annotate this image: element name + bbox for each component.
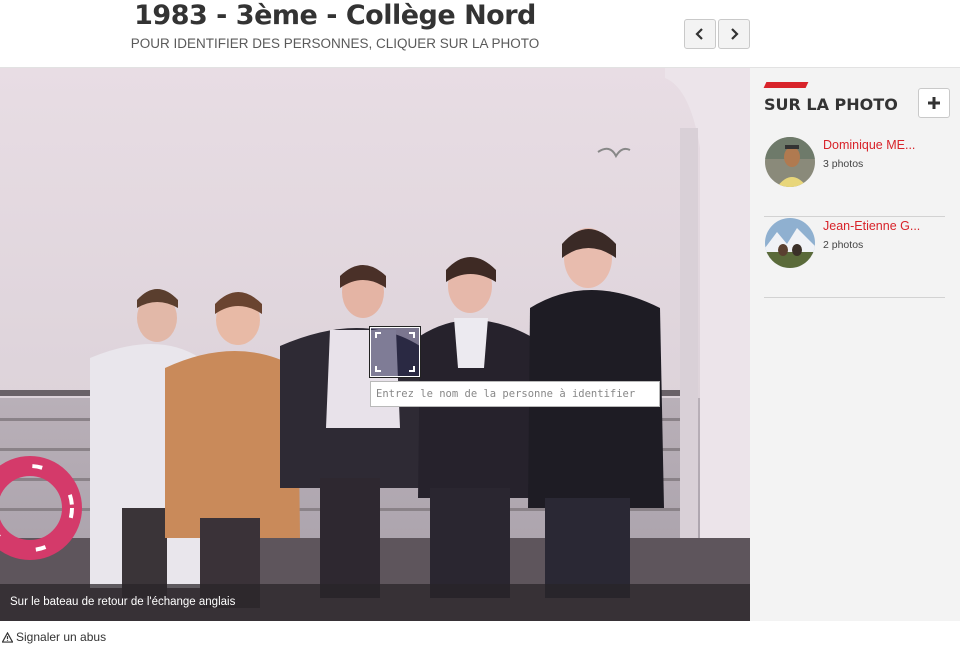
page-subtitle: POUR IDENTIFIER DES PERSONNES, CLIQUER S…	[130, 36, 540, 51]
person-item[interactable]: Jean-Etienne G... 2 photos	[764, 218, 945, 298]
person-item[interactable]: Dominique ME... 3 photos	[764, 137, 945, 217]
photo-caption: Sur le bateau de retour de l'échange ang…	[10, 596, 236, 608]
face-tag-box[interactable]	[370, 327, 420, 377]
person-photo-count: 3 photos	[823, 158, 864, 170]
next-photo-button[interactable]	[718, 19, 750, 49]
report-abuse-link[interactable]: Signaler un abus	[2, 630, 106, 644]
person-name-link[interactable]: Dominique ME...	[823, 138, 915, 152]
sidebar-title: SUR LA PHOTO	[764, 95, 898, 114]
report-abuse-label: Signaler un abus	[16, 630, 107, 644]
person-photo-count: 2 photos	[823, 239, 864, 251]
main-photo[interactable]: Sur le bateau de retour de l'échange ang…	[0, 68, 750, 621]
tag-corner-handle[interactable]	[375, 332, 381, 338]
chevron-left-icon	[695, 28, 703, 40]
photo-caption-bar: Sur le bateau de retour de l'échange ang…	[0, 584, 750, 621]
previous-photo-button[interactable]	[684, 19, 716, 49]
person-name-input[interactable]	[370, 381, 660, 407]
person-name-link[interactable]: Jean-Etienne G...	[823, 219, 920, 233]
warning-icon	[2, 631, 13, 643]
people-sidebar: SUR LA PHOTO Dominique ME... 3 photos Je…	[750, 68, 960, 621]
avatar[interactable]	[765, 218, 815, 268]
tag-corner-handle[interactable]	[375, 366, 381, 372]
chevron-right-icon	[731, 28, 739, 40]
page-header: 1983 - 3ème - Collège Nord POUR IDENTIFI…	[0, 0, 960, 68]
add-person-button[interactable]	[918, 88, 950, 118]
title-accent	[763, 82, 809, 88]
tag-corner-handle[interactable]	[409, 366, 415, 372]
avatar[interactable]	[765, 137, 815, 187]
plus-icon	[928, 97, 940, 109]
tag-corner-handle[interactable]	[409, 332, 415, 338]
page-title: 1983 - 3ème - Collège Nord	[134, 0, 536, 31]
